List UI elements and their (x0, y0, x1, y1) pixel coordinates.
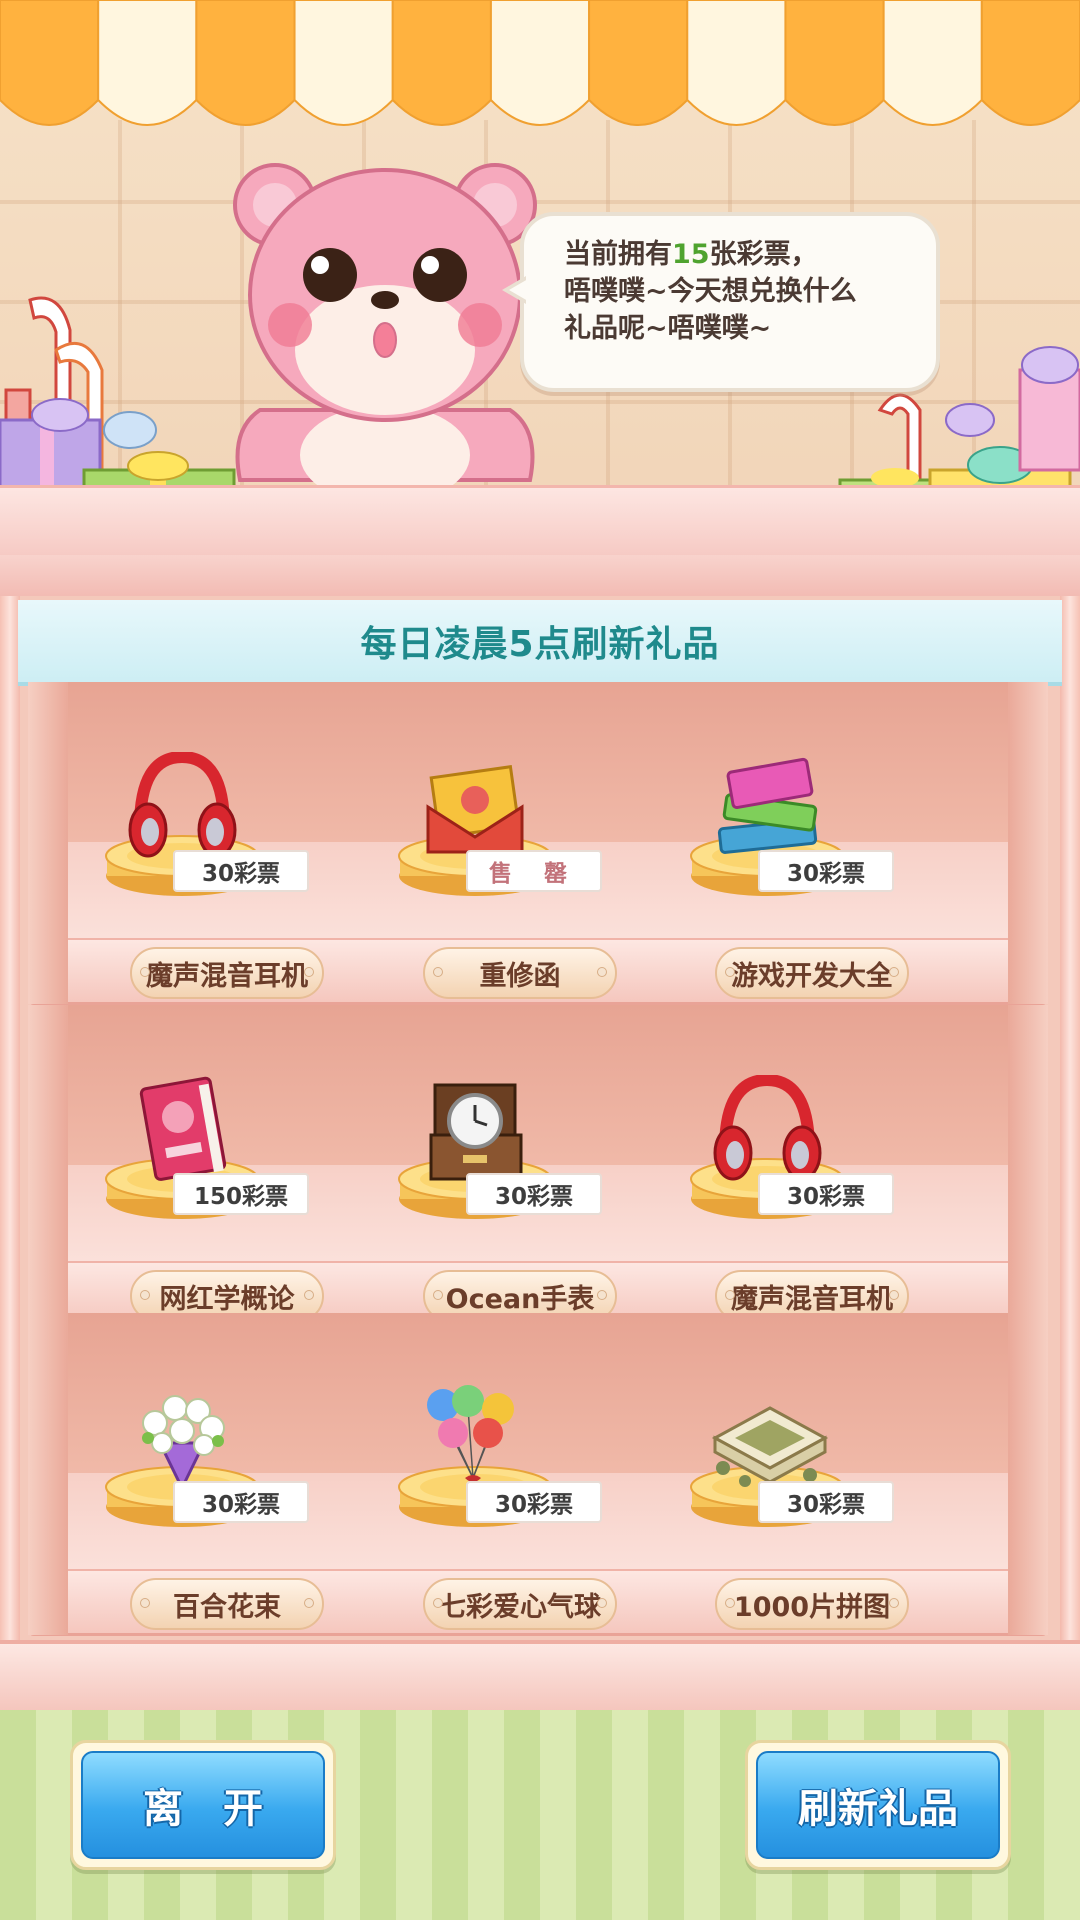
price-tag: 30彩票 (173, 850, 309, 892)
gift-item-slot[interactable]: 30彩票魔声混音耳机 (55, 682, 355, 1004)
leave-button-label: 离 开 (143, 1786, 263, 1832)
refresh-gifts-button-label: 刷新礼品 (798, 1786, 958, 1832)
puzzle-icon[interactable] (705, 1383, 830, 1493)
headphones-icon[interactable] (705, 1073, 830, 1185)
awning-scallop (293, 0, 394, 126)
price-tag: 30彩票 (758, 1481, 894, 1523)
envelope-icon[interactable] (413, 752, 538, 862)
sold-out-tag: 售 罄 (466, 850, 602, 892)
price-tag: 30彩票 (758, 850, 894, 892)
striped-awning (0, 0, 1080, 126)
bubble-line3: 礼品呢~唔噗噗~ (564, 313, 772, 344)
cabinet-frame-right (1060, 596, 1080, 1646)
refresh-gifts-button-face[interactable]: 刷新礼品 (756, 1751, 1000, 1859)
awning-scallop (489, 0, 591, 126)
balloons-icon[interactable] (413, 1383, 538, 1493)
headphones-icon[interactable] (120, 750, 245, 862)
gift-item-slot[interactable]: 30彩票百合花束 (55, 1313, 355, 1635)
awning-scallop (882, 0, 983, 126)
bubble-line1-suffix: 张彩票， (709, 239, 818, 270)
price-tag: 30彩票 (466, 1481, 602, 1523)
book-icon[interactable] (120, 1075, 245, 1185)
shelf-side-right (1008, 682, 1048, 1004)
bubble-line2: 唔噗噗~今天想兑换什么 (564, 276, 857, 307)
refresh-gifts-button[interactable]: 刷新礼品 (745, 1740, 1011, 1870)
gift-item-slot[interactable]: 30彩票 1000片拼图 (640, 1313, 940, 1635)
gift-item-slot[interactable]: 150彩票 网红学概论 (55, 1005, 355, 1327)
gift-item-slot[interactable]: 30彩票 魔声混音耳机 (640, 1005, 940, 1327)
books-icon[interactable] (705, 752, 830, 862)
cabinet-frame-left (0, 596, 20, 1646)
gift-name-plate: 魔声混音耳机 (130, 947, 324, 999)
leave-button-face[interactable]: 离 开 (81, 1751, 325, 1859)
awning-scallop (391, 0, 492, 126)
watch-box-icon[interactable] (413, 1075, 538, 1185)
bear-mascot-icon (233, 163, 537, 490)
gift-item-slot[interactable]: 30彩票游戏开发大全 (640, 682, 940, 1004)
shelf-side-right (1008, 1313, 1048, 1635)
awning-scallop (784, 0, 885, 126)
ticket-count: 15 (672, 239, 710, 270)
awning-scallop (97, 0, 198, 126)
awning-scallop (980, 0, 1080, 126)
awning-scallop (0, 0, 100, 126)
bubble-text: 当前拥有15张彩票， 唔噗噗~今天想兑换什么 礼品呢~唔噗噗~ (564, 236, 924, 347)
price-tag: 150彩票 (173, 1173, 309, 1215)
gift-shelf: 30彩票 百合花束 30彩票 七彩爱心气球 30彩票 1000片拼图 (28, 1313, 1048, 1636)
price-tag: 30彩票 (758, 1173, 894, 1215)
gift-item-slot[interactable]: 30彩票七彩爱心气球 (348, 1313, 648, 1635)
speech-bubble: 当前拥有15张彩票， 唔噗噗~今天想兑换什么 礼品呢~唔噗噗~ (502, 212, 940, 392)
price-tag: 30彩票 (466, 1173, 602, 1215)
awning-scallop (195, 0, 296, 126)
bouquet-icon[interactable] (120, 1383, 245, 1493)
gift-name-plate: 七彩爱心气球 (423, 1578, 617, 1630)
gift-item-slot[interactable]: 售 罄重修函 (348, 682, 648, 1004)
gift-name-plate: 1000片拼图 (715, 1578, 909, 1630)
gift-name-plate: 重修函 (423, 947, 617, 999)
cabinet-bottom (0, 1640, 1080, 1718)
leave-button[interactable]: 离 开 (70, 1740, 336, 1870)
gift-item-slot[interactable]: 30彩票 Ocean手表 (348, 1005, 648, 1327)
gift-name-plate: 百合花束 (130, 1578, 324, 1630)
refresh-info-banner: 每日凌晨5点刷新礼品 (18, 600, 1062, 686)
bubble-line1-prefix: 当前拥有 (564, 239, 672, 270)
price-tag: 30彩票 (173, 1481, 309, 1523)
awning-scallop (686, 0, 787, 126)
gift-name-plate: 游戏开发大全 (715, 947, 909, 999)
banner-text: 每日凌晨5点刷新礼品 (360, 624, 720, 665)
shop-counter-top (0, 485, 1080, 562)
shop-counter-front (0, 555, 1080, 600)
awning-scallop (588, 0, 689, 126)
gift-shelf: 30彩票 魔声混音耳机售 罄重修函 30彩票 游戏开发大全 (28, 682, 1048, 1005)
gift-shelf: 150彩票 网红学概论 30彩票 Ocean手表 30彩票 魔声混音耳机 (28, 1005, 1048, 1328)
shelf-side-right (1008, 1005, 1048, 1327)
